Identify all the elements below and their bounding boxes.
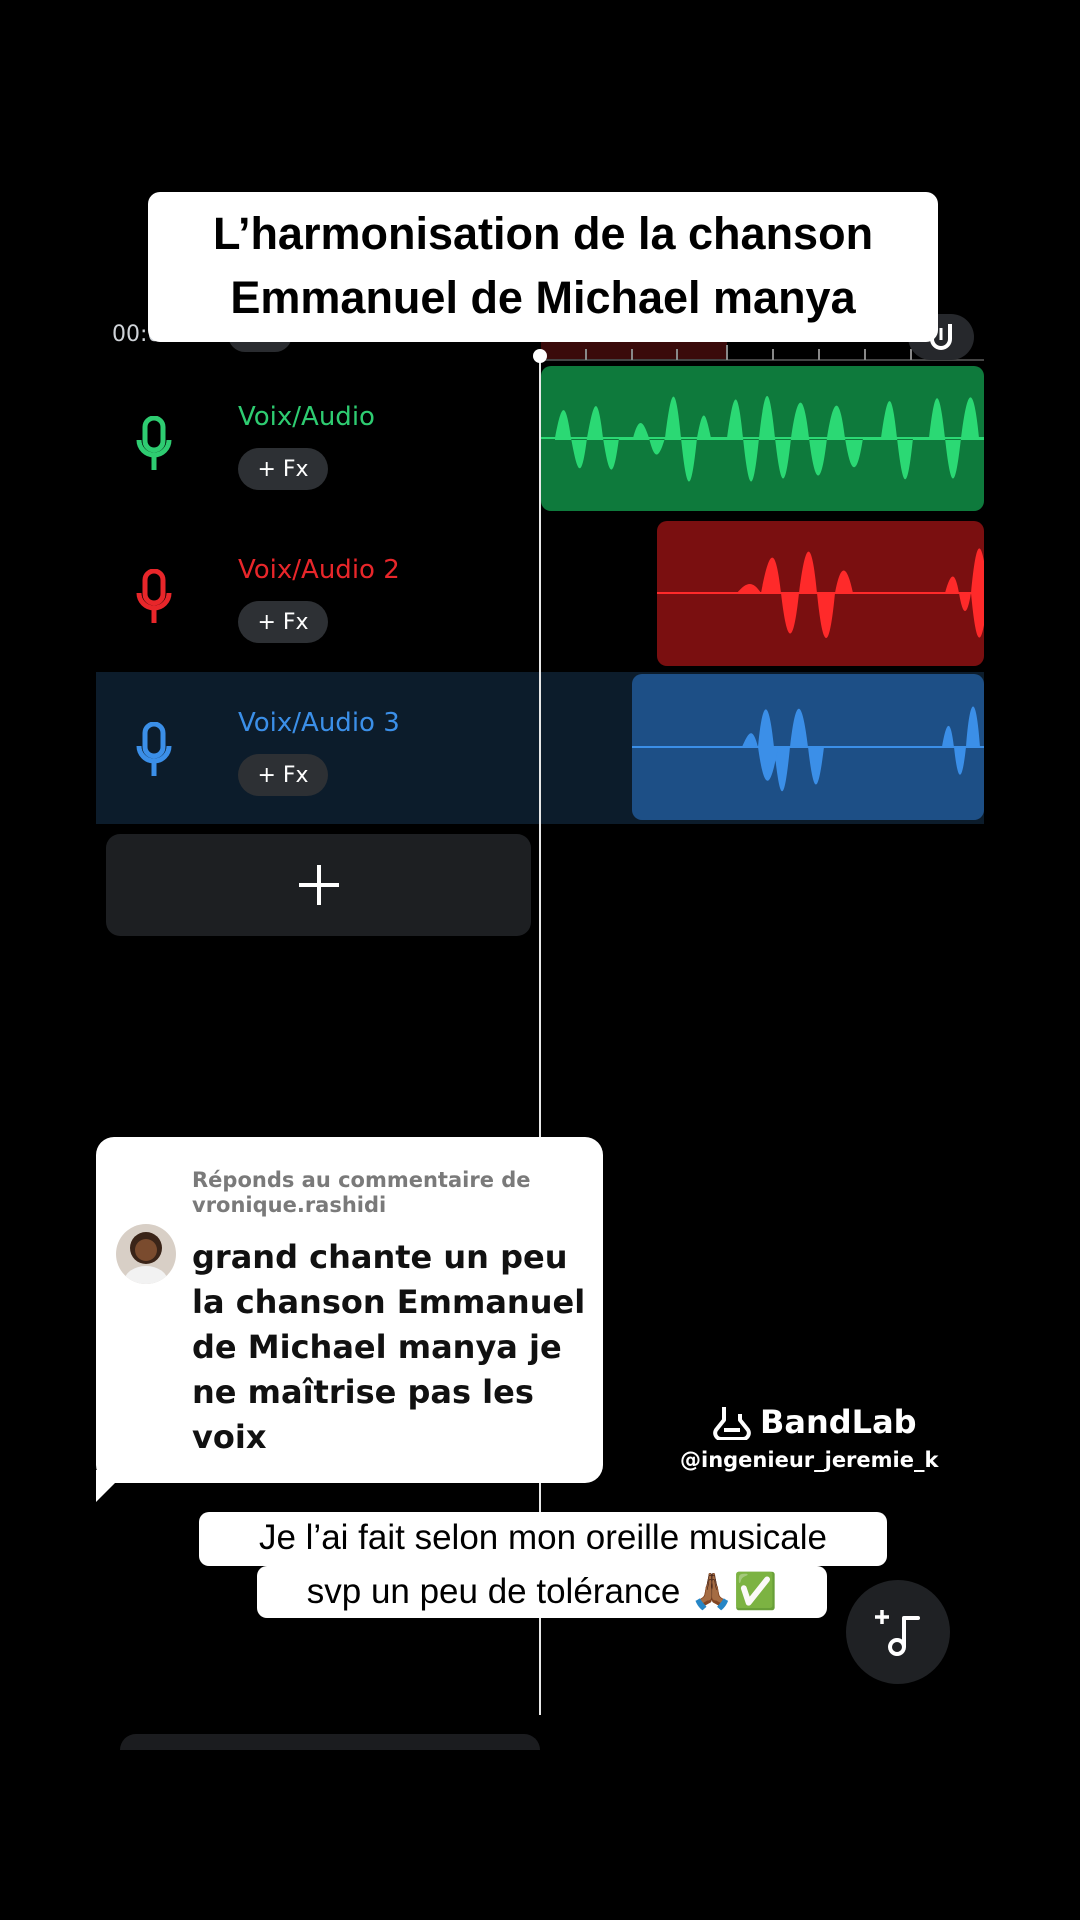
add-fx-button[interactable]: + Fx — [238, 754, 328, 796]
audio-clip[interactable] — [632, 674, 984, 820]
add-music-button[interactable] — [846, 1580, 950, 1684]
waveform — [632, 706, 984, 792]
comment-text: grand chante un peu la chanson Emmanuel … — [192, 1238, 586, 1456]
caption-line-1: Je l’ai fait selon mon oreille musicale — [199, 1512, 887, 1566]
title-line-1: L’harmonisation de la chanson — [212, 208, 874, 259]
track-name[interactable]: Voix/Audio — [238, 402, 375, 432]
video-title-caption: L’harmonisation de la chanson Emmanuel d… — [148, 192, 938, 342]
add-music-icon — [875, 1610, 920, 1656]
caption-line-2: svp un peu de tolérance 🙏🏾✅ — [257, 1566, 827, 1618]
add-fx-button[interactable]: + Fx — [238, 601, 328, 643]
track-name[interactable]: Voix/Audio 3 — [238, 708, 400, 738]
bandlab-brand: BandLab — [760, 1403, 917, 1441]
microphone-icon[interactable] — [136, 416, 172, 472]
bandlab-watermark: BandLab — [712, 1400, 917, 1444]
bottom-panel-edge — [120, 1734, 540, 1750]
microphone-icon[interactable] — [136, 722, 172, 778]
audio-clip[interactable] — [541, 366, 984, 511]
waveform — [541, 395, 984, 482]
avatar — [116, 1224, 176, 1284]
watermark-handle: @ingenieur_jeremie_k — [680, 1448, 939, 1472]
playhead-handle[interactable] — [533, 349, 547, 363]
title-line-2: Emmanuel de Michael manya — [230, 272, 856, 323]
audio-clip[interactable] — [657, 521, 984, 666]
microphone-icon[interactable] — [136, 569, 172, 625]
waveform — [657, 548, 984, 639]
plus-icon — [298, 865, 339, 905]
add-fx-button[interactable]: + Fx — [238, 448, 328, 490]
comment-bubble-tail — [96, 1470, 128, 1502]
playhead[interactable] — [539, 355, 541, 1715]
bandlab-logo-icon — [713, 1407, 751, 1440]
comment-reply-header: Réponds au commentaire de vronique.rashi… — [192, 1168, 531, 1217]
track-name[interactable]: Voix/Audio 2 — [238, 555, 400, 585]
add-track-button[interactable] — [106, 834, 531, 936]
